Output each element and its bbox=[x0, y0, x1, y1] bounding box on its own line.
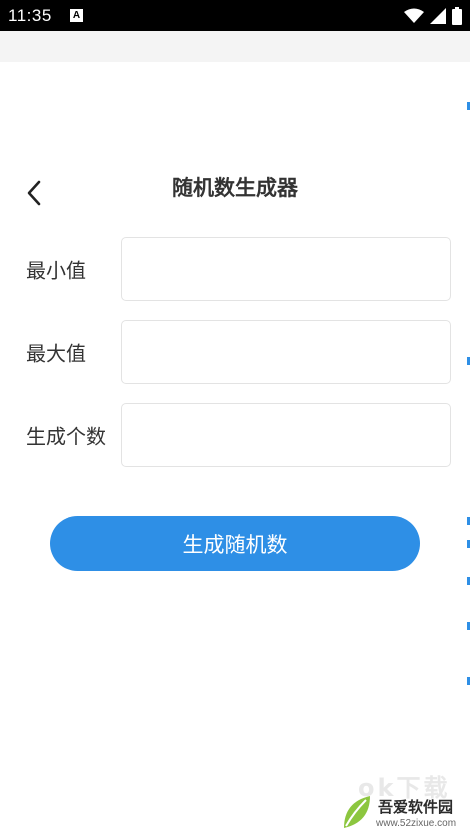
min-value-label: 最小值 bbox=[26, 258, 86, 283]
max-value-row: 最大值 bbox=[0, 320, 470, 384]
status-time: 11:35 bbox=[8, 6, 52, 25]
count-label: 生成个数 bbox=[26, 424, 106, 449]
status-bar: 11:35 A bbox=[0, 0, 470, 31]
status-icons bbox=[404, 6, 462, 26]
watermark: ok下载 吾爱软件园 www.52zixue.com bbox=[338, 768, 468, 832]
max-value-label: 最大值 bbox=[26, 341, 86, 366]
watermark-brand: 吾爱软件园 bbox=[378, 798, 454, 816]
min-value-row: 最小值 bbox=[0, 237, 470, 301]
max-value-input[interactable] bbox=[121, 320, 451, 384]
page-title: 随机数生成器 bbox=[172, 176, 298, 200]
watermark-url: www.52zixue.com bbox=[376, 818, 457, 829]
signal-icon bbox=[430, 8, 446, 24]
notification-icon: A bbox=[70, 9, 83, 22]
count-input[interactable] bbox=[121, 403, 451, 467]
count-row: 生成个数 bbox=[0, 403, 470, 467]
wifi-icon bbox=[404, 8, 424, 23]
leaf-logo-icon bbox=[344, 796, 370, 828]
generate-button[interactable]: 生成随机数 bbox=[50, 516, 420, 571]
min-value-input[interactable] bbox=[121, 237, 451, 301]
top-band bbox=[0, 31, 470, 62]
battery-icon bbox=[452, 7, 462, 25]
